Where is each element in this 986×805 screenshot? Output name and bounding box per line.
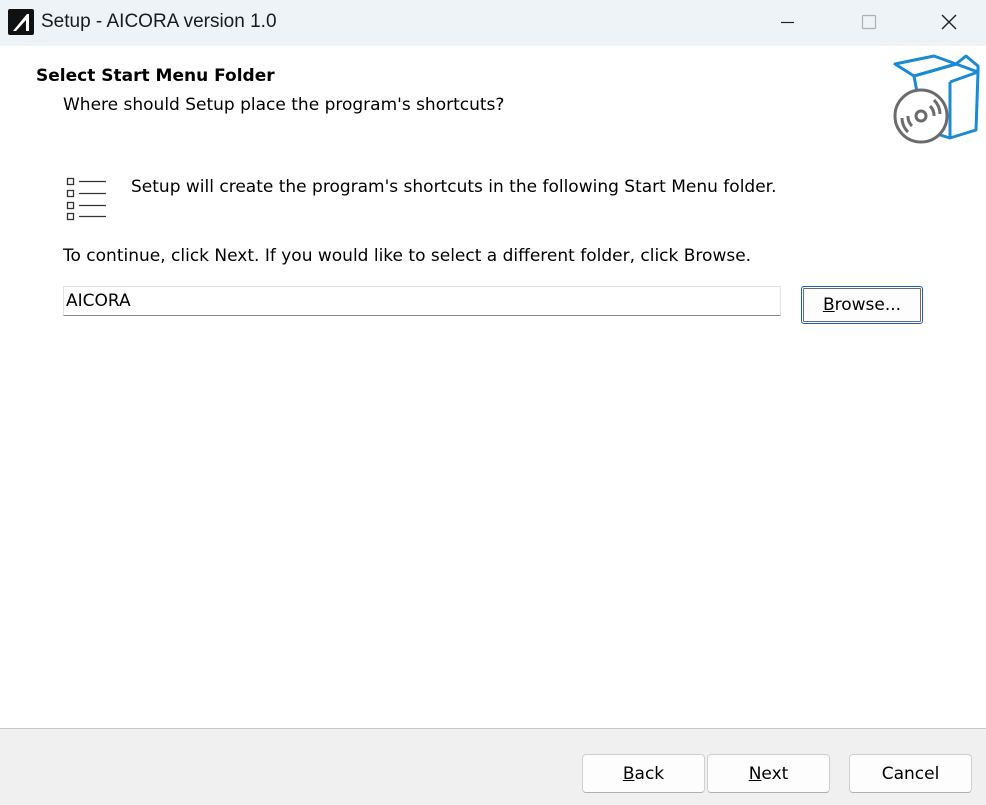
browse-accelerator: B	[822, 295, 835, 315]
back-button[interactable]: Back	[582, 754, 705, 793]
maximize-icon	[861, 14, 877, 30]
back-accelerator: B	[622, 763, 635, 784]
back-label: ack	[634, 763, 665, 784]
start-menu-folder-input[interactable]	[63, 286, 781, 316]
next-button[interactable]: Next	[707, 754, 830, 793]
browse-button[interactable]: Browse...	[801, 286, 923, 324]
next-label: ext	[761, 763, 789, 784]
cancel-button[interactable]: Cancel	[849, 754, 972, 793]
page-subtitle: Where should Setup place the program's s…	[63, 95, 505, 115]
window-title: Setup - AICORA version 1.0	[41, 11, 277, 32]
minimize-button[interactable]	[752, 0, 822, 46]
maximize-button[interactable]	[833, 0, 903, 46]
close-button[interactable]	[914, 0, 984, 46]
title-bar: Setup - AICORA version 1.0	[0, 0, 986, 46]
footer-bar	[0, 728, 986, 805]
info-text: Setup will create the program's shortcut…	[131, 177, 777, 197]
next-accelerator: N	[748, 763, 762, 784]
list-icon	[66, 176, 110, 222]
page-title: Select Start Menu Folder	[36, 66, 275, 86]
instruction-text: To continue, click Next. If you would li…	[63, 246, 752, 266]
app-logo-icon	[8, 9, 34, 35]
setup-box-cd-icon	[890, 54, 980, 144]
close-icon	[941, 14, 957, 30]
browse-label: rowse...	[834, 295, 902, 315]
